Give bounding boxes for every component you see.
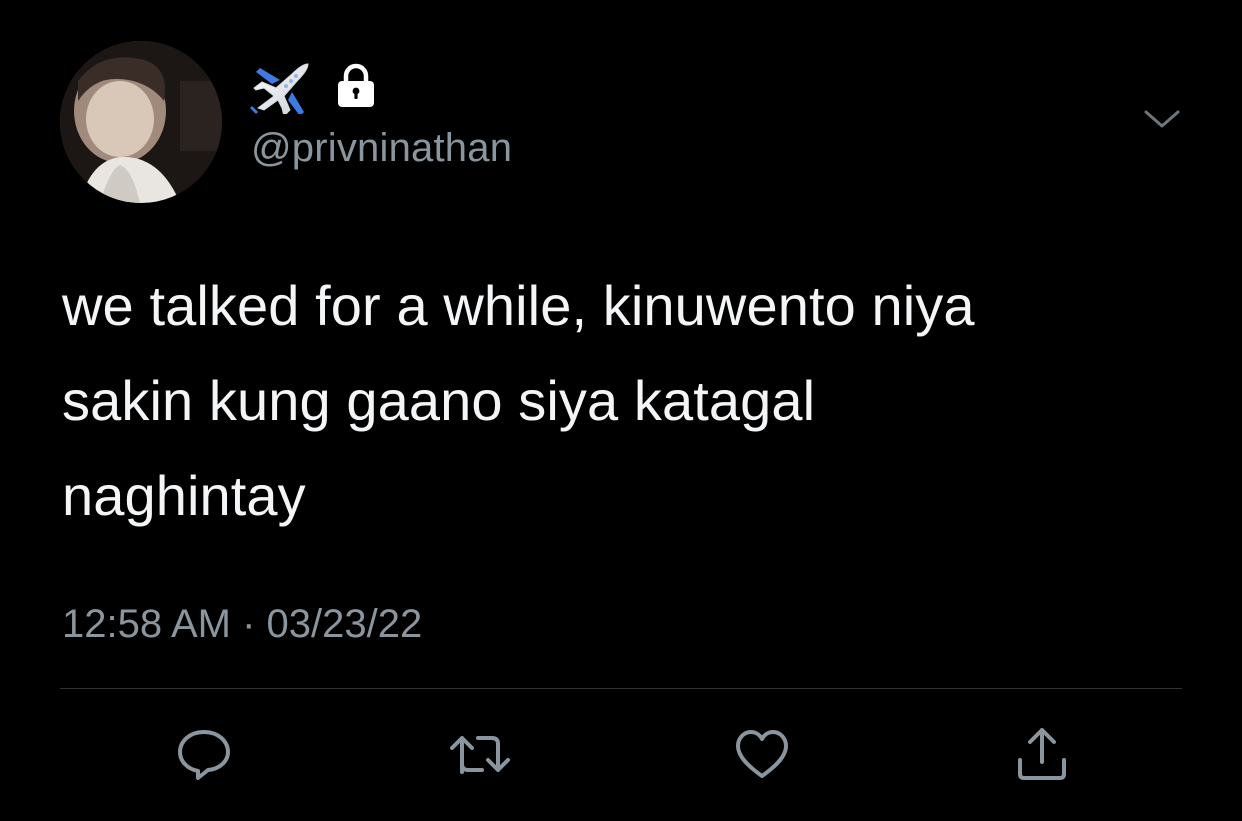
share-button[interactable] [1010,724,1074,784]
tweet-text: we talked for a while, kinuwento niya sa… [62,274,975,527]
reply-button[interactable] [172,724,236,784]
tweet-menu-button[interactable] [1140,104,1184,136]
avatar-photo-icon [60,41,222,203]
avatar[interactable] [60,41,222,203]
display-name-row [250,58,380,114]
airplane-icon [250,63,309,114]
share-icon [1018,728,1066,780]
retweet-icon [450,736,510,774]
tweet-timestamp[interactable]: 12:58 AM · 03/23/22 [62,598,422,650]
heart-icon [736,730,788,778]
retweet-button[interactable] [448,724,512,784]
chevron-down-icon [1144,110,1180,128]
tweet-card: @privninathan we talked for a while, kin… [0,0,1242,821]
speech-bubble-icon [178,730,230,780]
divider [60,688,1182,689]
lock-icon [338,63,374,107]
like-button[interactable] [730,724,794,784]
user-handle[interactable]: @privninathan [251,124,512,172]
